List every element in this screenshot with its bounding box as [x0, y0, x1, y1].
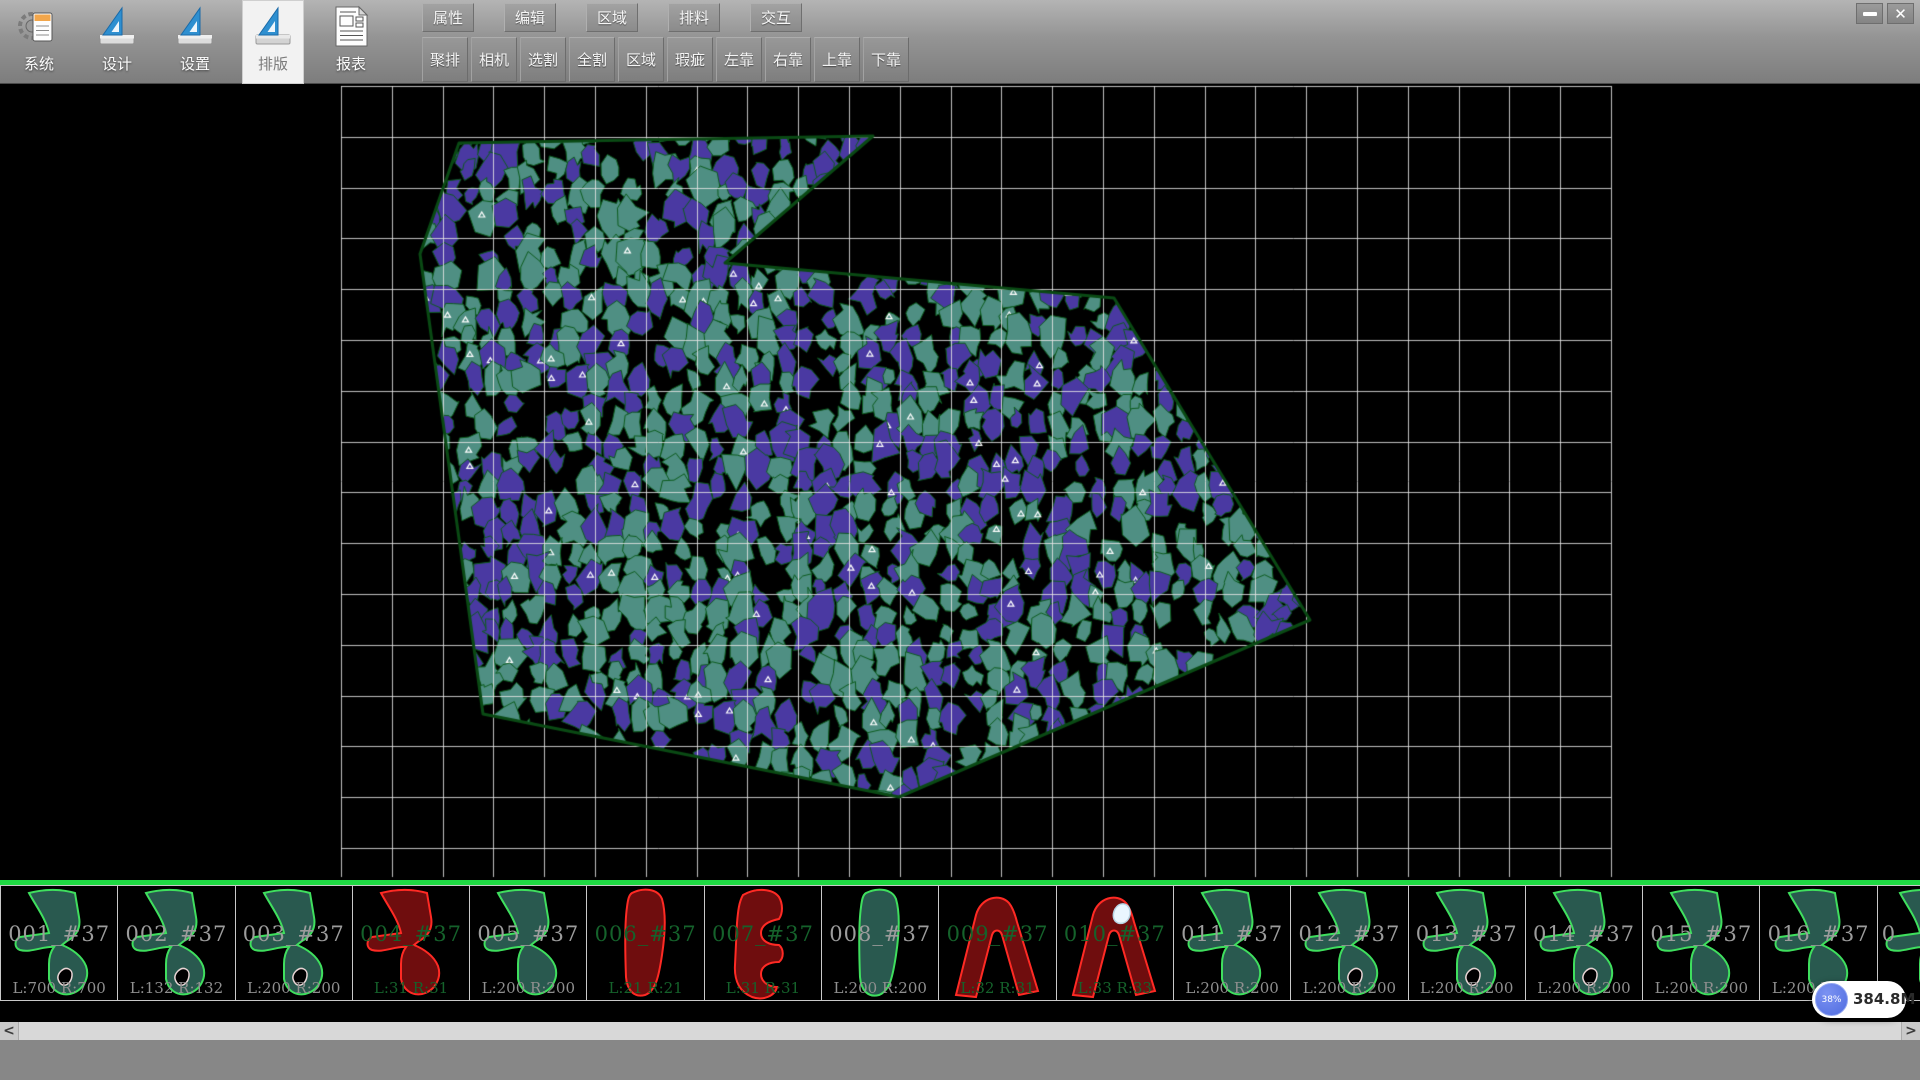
piece-name: 001_#37: [1, 922, 117, 946]
menu-tab-区域[interactable]: 区域: [586, 3, 638, 32]
piece-lr-count: L:200 R:200: [1643, 979, 1759, 997]
memory-value: 384.8M: [1853, 981, 1915, 1018]
tool-button-下靠[interactable]: 下靠: [863, 37, 909, 82]
progress-circle: 38%: [1815, 983, 1848, 1016]
piece-cell-012_#37[interactable]: 012_#37 L:200 R:200: [1290, 885, 1408, 1001]
piece-lr-count: L:31 R:31: [705, 979, 821, 997]
pieces-strip: 001_#37L:700 R:700002_#37L:132 R:132003_…: [0, 885, 1920, 1003]
tool-buttons-row: 聚排相机选割全割区域瑕疵左靠右靠上靠下靠: [422, 37, 912, 82]
bottom-status-bar: [0, 1040, 1920, 1080]
piece-name: 002_#37: [118, 922, 234, 946]
piece-lr-count: L:132 R:132: [118, 979, 234, 997]
piece-name: 008_#37: [822, 922, 938, 946]
main-button-label: 排版: [258, 53, 288, 74]
piece-lr-count: L:200 R:200: [1526, 979, 1642, 997]
piece-name: 0: [1878, 922, 1920, 946]
piece-lr-count: L:200 R:200: [1409, 979, 1525, 997]
piece-lr-count: L:200 R:200: [1174, 979, 1290, 997]
main-button-label: 设置: [180, 53, 210, 74]
tool-button-相机[interactable]: 相机: [471, 37, 517, 82]
system-gear-icon: [16, 3, 62, 51]
piece-cell-003_#37[interactable]: 003_#37 L:200 R:200: [235, 885, 353, 1001]
main-button-label: 系统: [24, 53, 54, 74]
piece-cell-011_#37[interactable]: 011_#37 L:200 R:200: [1173, 885, 1291, 1001]
piece-lr-count: L:33 R:33: [1057, 979, 1173, 997]
piece-lr-count: L:700 R:700: [1, 979, 117, 997]
window-controls: ✕: [1852, 3, 1914, 24]
piece-name: 015_#37: [1643, 922, 1759, 946]
piece-cell-005_#37[interactable]: 005_#37 L:200 R:200: [469, 885, 587, 1001]
piece-cell-001_#37[interactable]: 001_#37 L:700 R:700: [0, 885, 118, 1001]
piece-name: 009_#37: [939, 922, 1055, 946]
tool-button-右靠[interactable]: 右靠: [765, 37, 811, 82]
piece-cell-004_#37[interactable]: 004_#37 L:31 R:31: [352, 885, 470, 1001]
minimize-icon: [1863, 12, 1877, 16]
menu-tab-排料[interactable]: 排料: [668, 3, 720, 32]
tool-button-瑕疵[interactable]: 瑕疵: [667, 37, 713, 82]
design-ruler-icon: [94, 3, 140, 51]
piece-lr-count: L:200 R:200: [1291, 979, 1407, 997]
menu-tabs: 属性 编辑 区域 排料 交互: [422, 3, 832, 32]
nesting-app-window: 系统设计设置排版报表 属性编辑区域排料交互 聚排相机选割全割区域瑕疵左靠右靠上靠…: [0, 0, 1920, 1080]
piece-name: 010_#37: [1057, 922, 1173, 946]
piece-name: 005_#37: [470, 922, 586, 946]
tool-button-全割[interactable]: 全割: [569, 37, 615, 82]
piece-lr-count: L:200 R:200: [470, 979, 586, 997]
tool-button-选割[interactable]: 选割: [520, 37, 566, 82]
piece-cell-007_#37[interactable]: 007_#37 L:31 R:31: [704, 885, 822, 1001]
piece-cell-010_#37[interactable]: 010_#37 L:33 R:33: [1056, 885, 1174, 1001]
piece-lr-count: L:21 R:21: [587, 979, 703, 997]
piece-cell-015_#37[interactable]: 015_#37 L:200 R:200: [1642, 885, 1760, 1001]
horizontal-scrollbar[interactable]: < >: [0, 1022, 1920, 1040]
settings-ruler-icon: [172, 3, 218, 51]
nesting-canvas[interactable]: [0, 84, 1920, 880]
status-badge: 38% 384.8M: [1812, 981, 1906, 1018]
layout-ruler-icon: [250, 3, 296, 51]
main-button-排版[interactable]: 排版: [242, 0, 304, 84]
piece-cell-002_#37[interactable]: 002_#37 L:132 R:132: [117, 885, 235, 1001]
piece-name: 011_#37: [1174, 922, 1290, 946]
piece-lr-count: L:32 R:31: [939, 979, 1055, 997]
piece-name: 012_#37: [1291, 922, 1407, 946]
piece-name: 006_#37: [587, 922, 703, 946]
main-button-报表[interactable]: 报表: [320, 0, 382, 84]
main-button-设计[interactable]: 设计: [86, 0, 148, 84]
piece-name: 003_#37: [236, 922, 352, 946]
scroll-right-button[interactable]: >: [1901, 1022, 1920, 1040]
tool-button-区域[interactable]: 区域: [618, 37, 664, 82]
piece-lr-count: L:31 R:31: [353, 979, 469, 997]
scroll-left-button[interactable]: <: [0, 1022, 19, 1040]
menu-tab-属性[interactable]: 属性: [422, 3, 474, 32]
piece-name: 014_#37: [1526, 922, 1642, 946]
main-button-label: 报表: [336, 53, 366, 74]
piece-name: 007_#37: [705, 922, 821, 946]
tool-button-聚排[interactable]: 聚排: [422, 37, 468, 82]
menu-tab-交互[interactable]: 交互: [750, 3, 802, 32]
tool-button-上靠[interactable]: 上靠: [814, 37, 860, 82]
main-button-label: 设计: [102, 53, 132, 74]
main-button-设置[interactable]: 设置: [164, 0, 226, 84]
close-button[interactable]: ✕: [1887, 3, 1914, 24]
piece-name: 013_#37: [1409, 922, 1525, 946]
piece-cell-009_#37[interactable]: 009_#37 L:32 R:31: [938, 885, 1056, 1001]
report-doc-icon: [328, 3, 374, 51]
tool-button-左靠[interactable]: 左靠: [716, 37, 762, 82]
minimize-button[interactable]: [1856, 3, 1883, 24]
titlebar: 系统设计设置排版报表 属性编辑区域排料交互 聚排相机选割全割区域瑕疵左靠右靠上靠…: [0, 0, 1920, 84]
piece-cell-014_#37[interactable]: 014_#37 L:200 R:200: [1525, 885, 1643, 1001]
piece-lr-count: L:200 R:200: [236, 979, 352, 997]
piece-cell-006_#37[interactable]: 006_#37 L:21 R:21: [586, 885, 704, 1001]
piece-cell-008_#37[interactable]: 008_#37 L:200 R:200: [821, 885, 939, 1001]
main-button-系统[interactable]: 系统: [8, 0, 70, 84]
main-toolbar-buttons: 系统 设计 设置 排版 报表: [8, 0, 398, 84]
piece-lr-count: L:200 R:200: [822, 979, 938, 997]
piece-name: 016_#37: [1760, 922, 1876, 946]
piece-name: 004_#37: [353, 922, 469, 946]
menu-tab-编辑[interactable]: 编辑: [504, 3, 556, 32]
piece-cell-013_#37[interactable]: 013_#37 L:200 R:200: [1408, 885, 1526, 1001]
